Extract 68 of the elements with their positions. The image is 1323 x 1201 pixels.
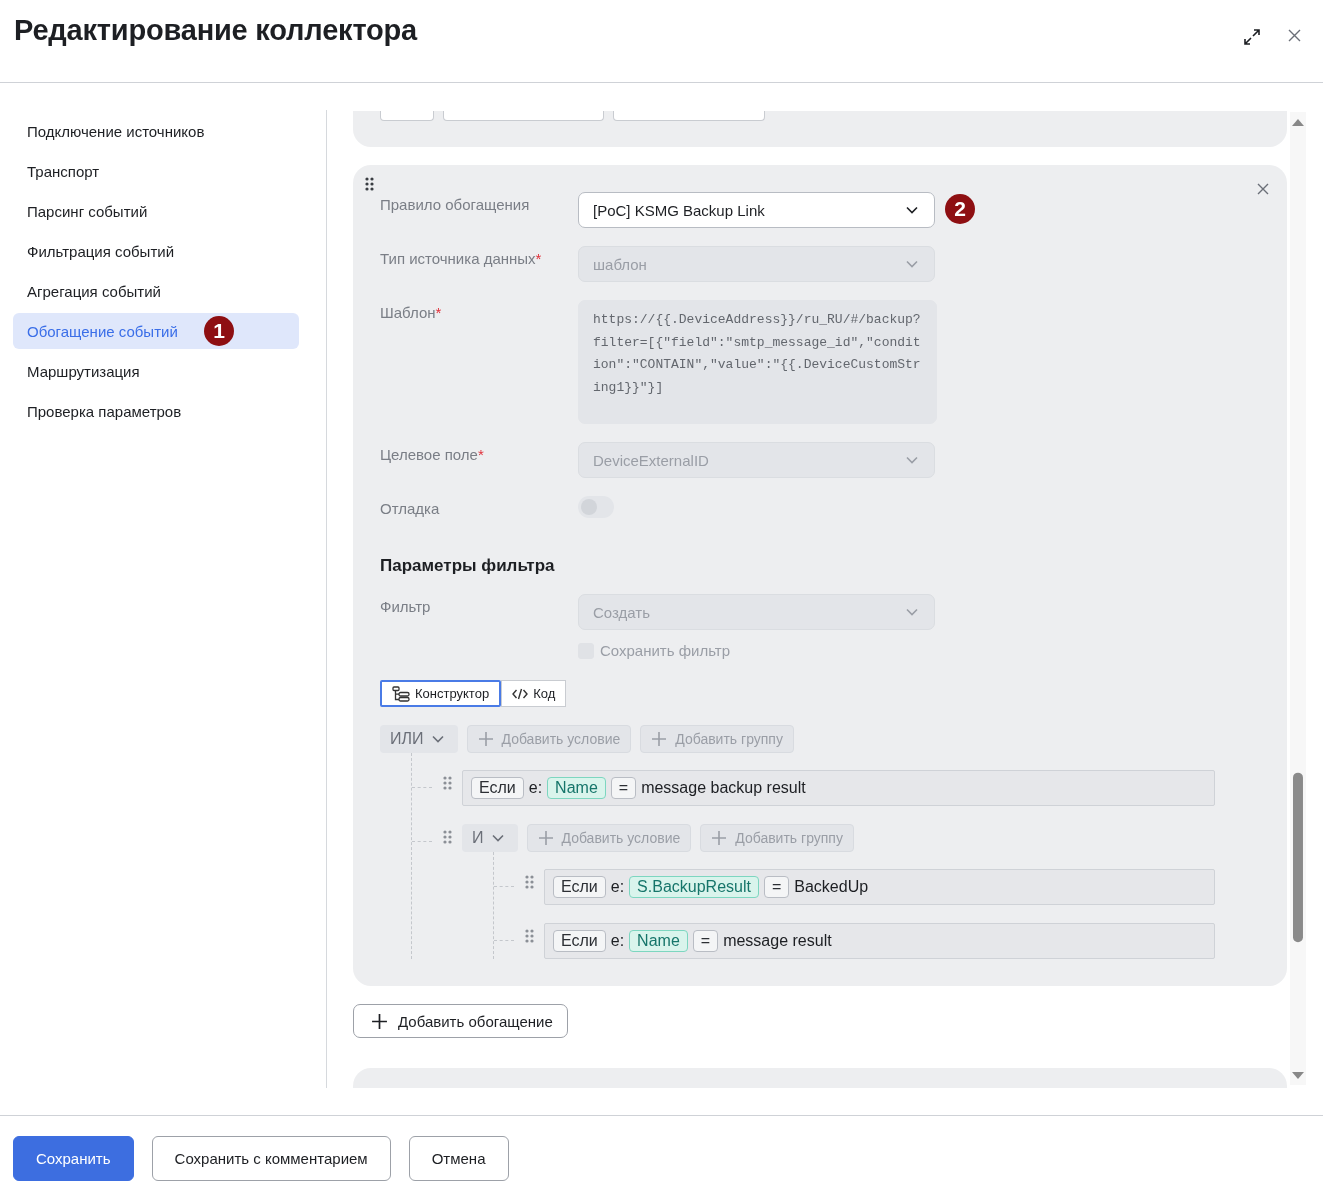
chevron-down-icon xyxy=(431,735,444,743)
field-label: Тип источника данных* xyxy=(380,249,543,267)
plus-icon xyxy=(711,830,728,846)
chevron-down-icon xyxy=(906,608,918,616)
operator-tag[interactable]: = xyxy=(610,777,637,799)
operator-tag[interactable]: = xyxy=(692,930,719,952)
condition-row[interactable]: Если e: S.BackupResult = BackedUp xyxy=(544,869,1216,905)
chevron-down-icon xyxy=(491,834,504,842)
callout-badge: 2 xyxy=(945,194,975,224)
callout-badge: 1 xyxy=(204,316,234,346)
drag-handle-icon[interactable] xyxy=(524,875,534,889)
close-icon[interactable] xyxy=(1257,183,1270,195)
event-prefix: e: xyxy=(610,878,625,896)
field-label: Шаблон* xyxy=(380,303,443,321)
dialog-title: Редактирование коллектора xyxy=(14,14,419,47)
field-label: Фильтр xyxy=(380,597,432,615)
add-enrichment-button[interactable]: Добавить обогащение xyxy=(353,1004,568,1038)
expand-icon[interactable] xyxy=(1244,29,1260,45)
section-title: Параметры фильтра xyxy=(380,556,556,576)
keyword-tag: Если xyxy=(471,777,524,799)
field-label: Отладка xyxy=(380,499,441,517)
code-icon xyxy=(512,687,529,700)
drag-handle-icon[interactable] xyxy=(442,830,452,844)
field-label: Правило обогащения xyxy=(380,195,531,213)
sidebar-item[interactable]: Подключение источников xyxy=(13,113,299,149)
field-tag[interactable]: S.BackupResult xyxy=(629,876,759,898)
sidebar-item[interactable]: Маршрутизация xyxy=(13,353,299,389)
sidebar-item[interactable]: Обогащение событий 1 xyxy=(13,313,299,349)
footer-button[interactable]: Отмена xyxy=(408,1136,509,1181)
event-prefix: e: xyxy=(610,932,625,950)
sidebar-item[interactable]: Агрегация событий xyxy=(13,273,299,309)
keyword-tag: Если xyxy=(553,876,606,898)
chevron-down-icon xyxy=(906,260,918,268)
plus-icon xyxy=(537,830,554,846)
sidebar-item[interactable]: Проверка параметров xyxy=(13,393,299,429)
plus-icon xyxy=(371,1012,388,1030)
tree-icon xyxy=(392,685,410,702)
sidebar-item[interactable]: Транспорт xyxy=(13,153,299,189)
scrollbar-drawing[interactable] xyxy=(1290,111,1306,1086)
field-tag[interactable]: Name xyxy=(547,777,606,799)
condition-value: message backup result xyxy=(641,779,806,797)
chevron-down-icon xyxy=(906,206,918,214)
operator-dropdown[interactable]: И xyxy=(462,824,518,852)
keyword-tag: Если xyxy=(553,930,606,952)
select-field[interactable]: [PoC] KSMG Backup Link xyxy=(578,192,935,228)
condition-value: BackedUp xyxy=(794,878,869,896)
footer-button[interactable]: Сохранить с комментарием xyxy=(151,1136,391,1181)
operator-tag[interactable]: = xyxy=(763,876,790,898)
field-tag[interactable]: Name xyxy=(629,930,688,952)
sidebar-item[interactable]: Фильтрация событий xyxy=(13,233,299,269)
drag-handle-icon[interactable] xyxy=(524,929,534,943)
checkbox-label: Сохранить фильтр xyxy=(600,642,731,659)
drag-handle-icon[interactable] xyxy=(442,776,452,790)
mode-tab[interactable]: Код xyxy=(501,680,567,707)
condition-value: message result xyxy=(723,932,832,950)
plus-icon xyxy=(651,731,668,747)
mode-tab[interactable]: Конструктор xyxy=(380,680,502,707)
condition-row[interactable]: Если e: Name = message backup result xyxy=(462,770,1216,806)
sidebar-item[interactable]: Парсинг событий xyxy=(13,193,299,229)
chevron-down-icon xyxy=(906,456,918,464)
field-label: Целевое поле* xyxy=(380,445,485,463)
plus-icon xyxy=(477,731,494,747)
condition-row[interactable]: Если e: Name = message result xyxy=(544,923,1216,959)
operator-dropdown[interactable]: ИЛИ xyxy=(380,725,458,753)
save-button[interactable]: Сохранить xyxy=(13,1136,134,1181)
close-icon[interactable] xyxy=(1288,29,1301,42)
drag-handle-icon[interactable] xyxy=(365,177,374,191)
event-prefix: e: xyxy=(528,779,543,797)
